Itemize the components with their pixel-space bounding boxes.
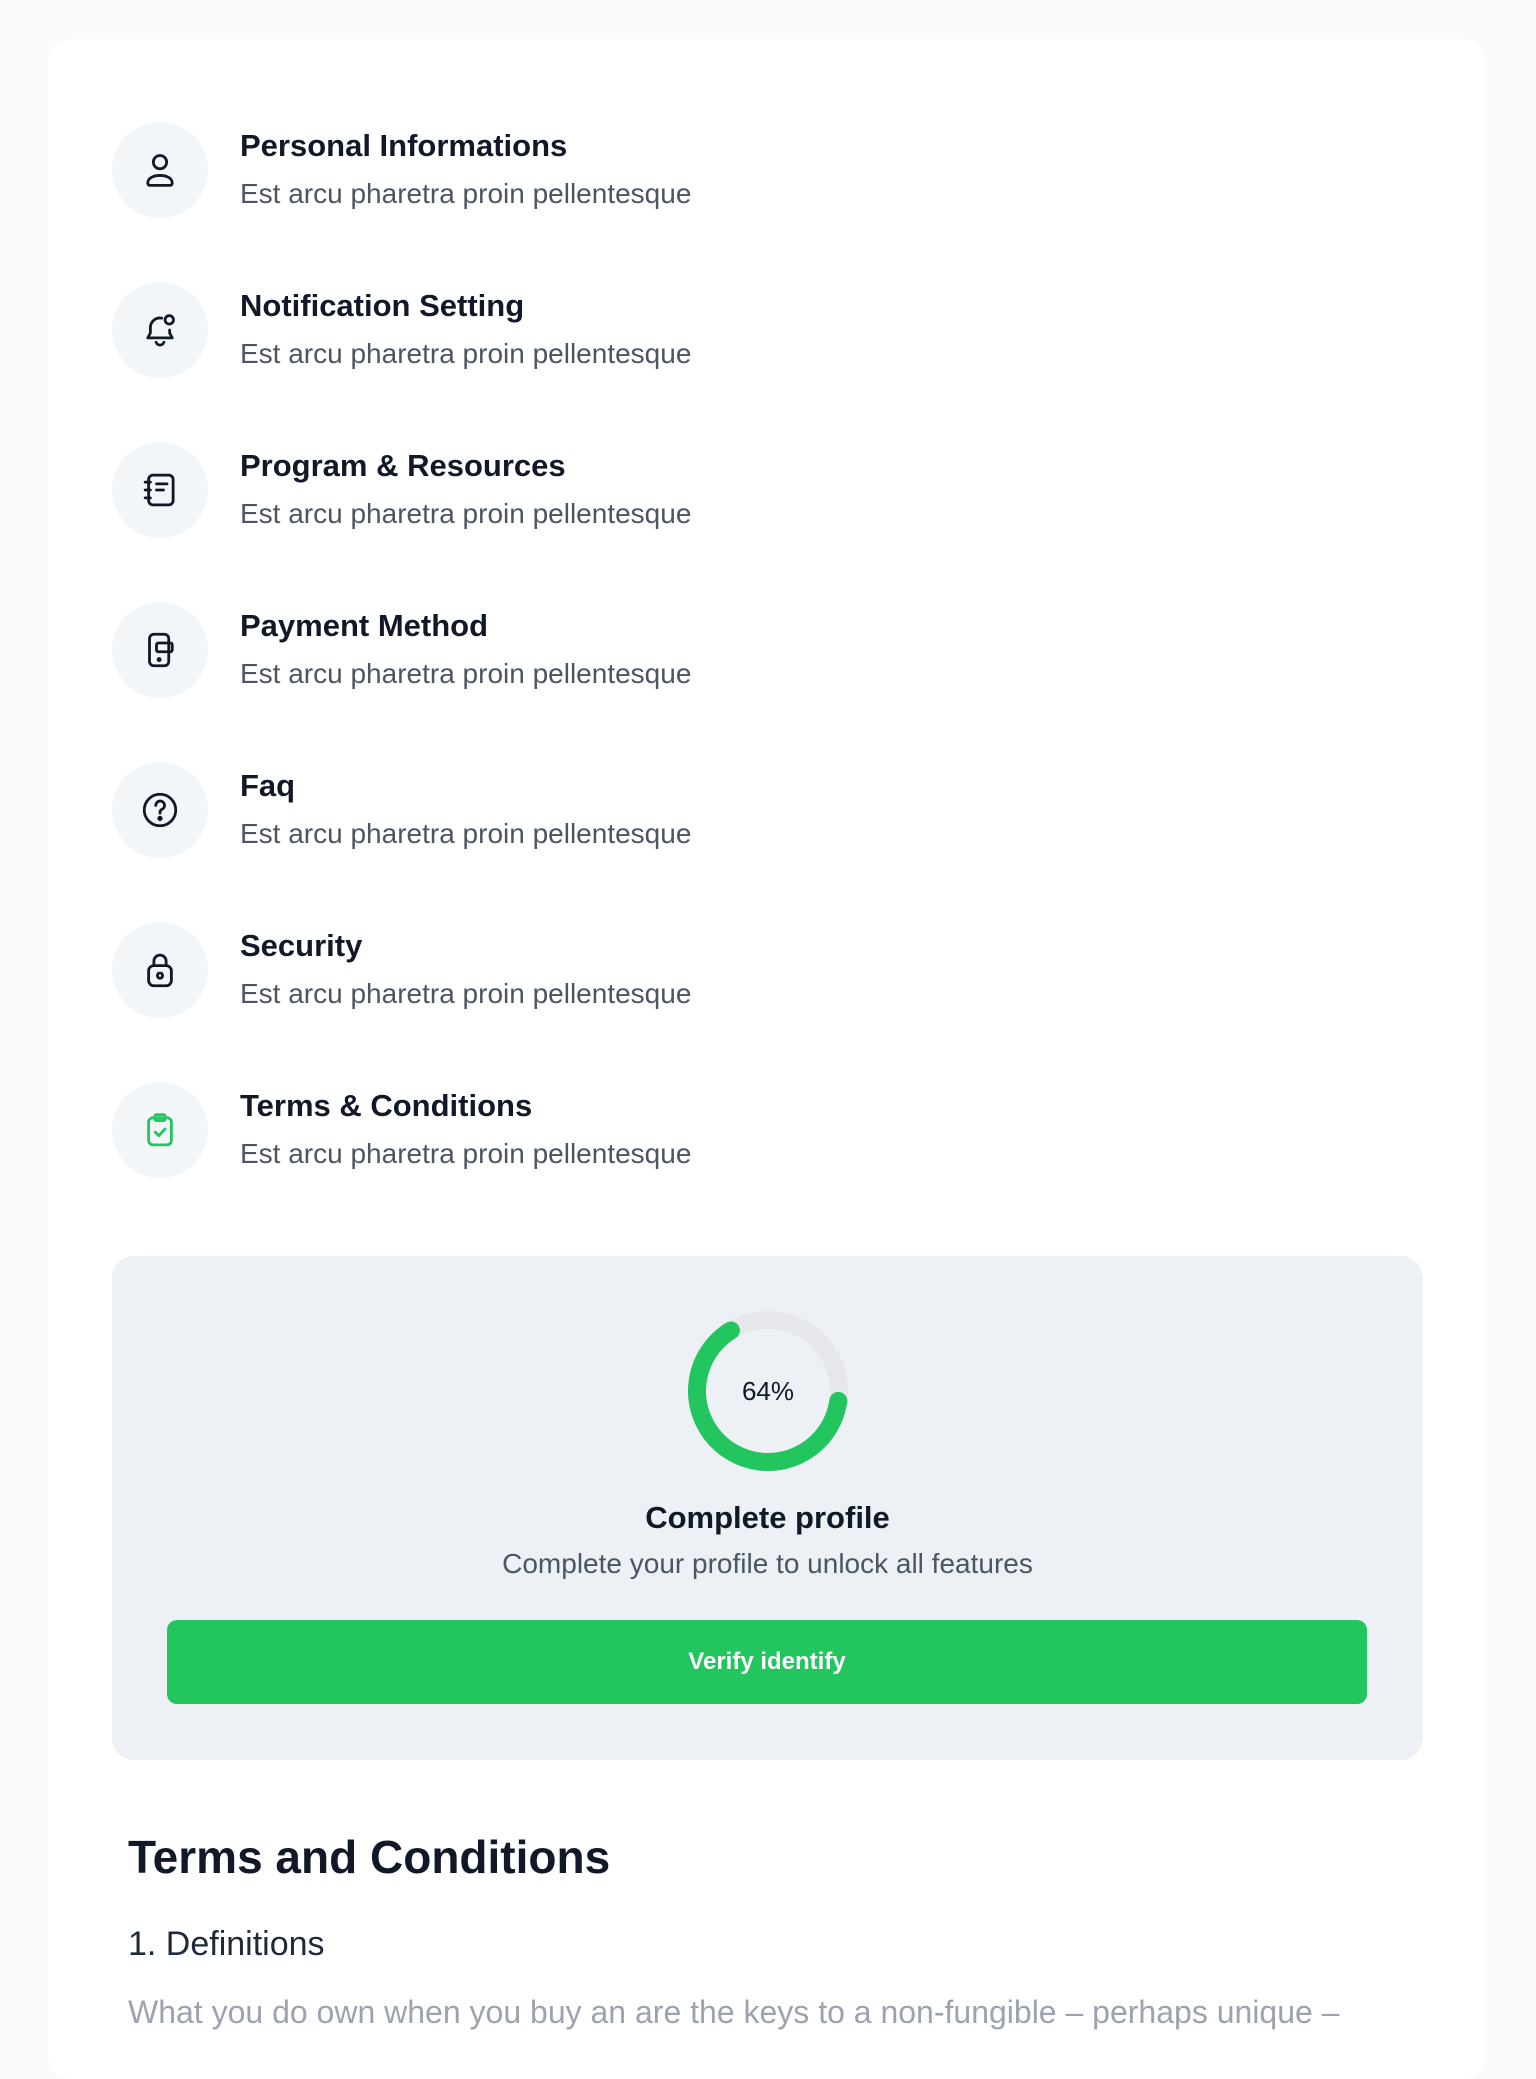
complete-profile-panel: 64% Complete profile Complete your profi…	[112, 1256, 1423, 1760]
question-icon	[142, 792, 178, 828]
lock-icon	[147, 953, 173, 988]
menu-item-terms-conditions[interactable]: Terms & Conditions Est arcu pharetra pro…	[112, 1080, 812, 1180]
menu-item-title: Notification Setting	[240, 288, 525, 323]
menu-item-subtitle: Est arcu pharetra proin pellentesque	[240, 978, 692, 1009]
menu-item-subtitle: Est arcu pharetra proin pellentesque	[240, 178, 692, 209]
terms-heading: Terms and Conditions	[128, 1831, 611, 1883]
menu-item-title: Faq	[240, 768, 296, 803]
menu-item-personal-informations[interactable]: Personal Informations Est arcu pharetra …	[112, 120, 812, 220]
profile-subtitle: Complete your profile to unlock all feat…	[502, 1548, 1033, 1579]
terms-section-title: 1. Definitions	[128, 1925, 325, 1963]
icon-container	[112, 122, 208, 218]
menu-item-payment-method[interactable]: Payment Method Est arcu pharetra proin p…	[112, 600, 812, 700]
icon-container	[112, 1082, 208, 1178]
icon-container	[112, 602, 208, 698]
progress-percent: 64%	[741, 1375, 795, 1406]
menu-item-notification-setting[interactable]: Notification Setting Est arcu pharetra p…	[112, 280, 812, 380]
phone-card-icon	[148, 632, 174, 668]
menu-item-title: Personal Informations	[240, 128, 568, 163]
menu-item-security[interactable]: Security Est arcu pharetra proin pellent…	[112, 920, 812, 1020]
menu-item-program-resources[interactable]: Program & Resources Est arcu pharetra pr…	[112, 440, 812, 540]
notebook-icon	[143, 473, 175, 507]
menu-item-subtitle: Est arcu pharetra proin pellentesque	[240, 338, 692, 369]
clipboard-check-icon	[147, 1113, 173, 1147]
menu-item-faq[interactable]: Faq Est arcu pharetra proin pellentesque	[112, 760, 812, 860]
menu-item-title: Payment Method	[240, 608, 489, 643]
user-icon	[146, 154, 174, 187]
verify-identity-button[interactable]: Verify identify	[167, 1620, 1367, 1704]
icon-container	[112, 762, 208, 858]
menu-item-subtitle: Est arcu pharetra proin pellentesque	[240, 1138, 692, 1169]
icon-container	[112, 442, 208, 538]
menu-item-subtitle: Est arcu pharetra proin pellentesque	[240, 658, 692, 689]
menu-item-subtitle: Est arcu pharetra proin pellentesque	[240, 498, 692, 529]
menu-item-title: Terms & Conditions	[240, 1088, 533, 1123]
menu-item-title: Security	[240, 928, 363, 963]
profile-title: Complete profile	[645, 1500, 890, 1535]
icon-container	[112, 922, 208, 1018]
menu-item-subtitle: Est arcu pharetra proin pellentesque	[240, 818, 692, 849]
icon-container	[112, 282, 208, 378]
terms-paragraph: What you do own when you buy an are the …	[128, 1994, 1340, 2030]
menu-item-title: Program & Resources	[240, 448, 566, 483]
bell-icon	[146, 314, 175, 347]
